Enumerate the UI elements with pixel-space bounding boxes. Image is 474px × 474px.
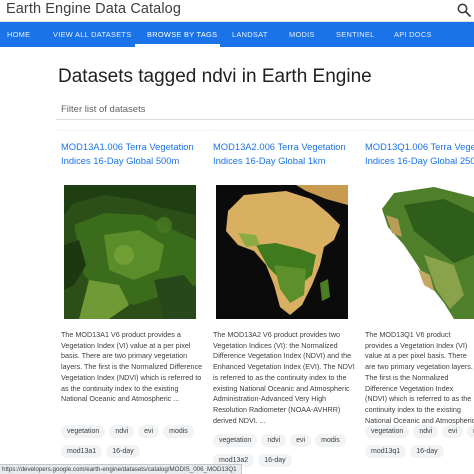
tag-chip[interactable]: vegetation xyxy=(365,425,410,438)
tag-row: vegetationndvievimodis xyxy=(61,425,198,438)
nav-bar: HOME VIEW ALL DATASETS BROWSE BY TAGS LA… xyxy=(0,22,474,47)
tab-view-all-datasets[interactable]: VIEW ALL DATASETS xyxy=(53,22,131,47)
dataset-description: The MOD13A1 V6 product provides a Vegeta… xyxy=(61,330,203,404)
tag-chip[interactable]: vegetation xyxy=(213,434,258,447)
tag-chip[interactable]: 16-day xyxy=(410,445,444,458)
tag-chip[interactable]: modis xyxy=(315,434,346,447)
dataset-title-link[interactable]: MOD13A1.006 Terra Vegetation Indices 16-… xyxy=(61,140,206,167)
dataset-title-link[interactable]: MOD13A2.006 Terra Vegetation Indices 16-… xyxy=(213,140,358,167)
tag-chip[interactable]: mod13q1 xyxy=(365,445,407,458)
dataset-thumbnail-south-america[interactable] xyxy=(364,185,474,319)
tag-chip[interactable]: 16-day xyxy=(106,445,140,458)
active-tab-indicator xyxy=(135,44,220,47)
tag-chip[interactable]: ndvi xyxy=(261,434,287,447)
tag-chip[interactable]: mod13a1 xyxy=(61,445,103,458)
tag-row: vegetationndvievimodis xyxy=(213,434,350,447)
dataset-card-mod13a2: MOD13A2.006 Terra Vegetation Indices 16-… xyxy=(210,130,360,474)
tag-chip[interactable]: ndvi xyxy=(413,425,439,438)
search-icon[interactable] xyxy=(456,2,472,18)
tag-chip[interactable]: evi xyxy=(290,434,312,447)
dataset-card-mod13q1: MOD13Q1.006 Terra Vegetation Indices 16-… xyxy=(362,130,474,474)
dataset-title-link[interactable]: MOD13Q1.006 Terra Vegetation Indices 16-… xyxy=(365,140,474,167)
page-title: Datasets tagged ndvi in Earth Engine xyxy=(58,66,372,87)
filter-datasets-input[interactable] xyxy=(56,99,474,120)
tag-chip[interactable]: evi xyxy=(442,425,464,438)
top-app-bar: Earth Engine Data Catalog xyxy=(0,0,474,22)
tab-home[interactable]: HOME xyxy=(7,22,30,47)
dataset-description: The MOD13Q1 V6 product provides a Vegeta… xyxy=(365,330,474,435)
tag-chip[interactable]: modis xyxy=(467,425,474,438)
tab-sentinel[interactable]: SENTINEL xyxy=(336,22,375,47)
status-bar-url: https://developers.google.com/earth-engi… xyxy=(0,464,242,474)
tag-chip[interactable]: vegetation xyxy=(61,425,106,438)
tag-chip[interactable]: 16-day xyxy=(258,454,292,467)
dataset-description: The MOD13A2 V6 product provides two Vege… xyxy=(213,330,355,425)
dataset-thumbnail-africa[interactable] xyxy=(216,185,348,319)
tag-row: vegetationndvievimodis xyxy=(365,425,474,438)
dataset-card-mod13a1: MOD13A1.006 Terra Vegetation Indices 16-… xyxy=(58,130,208,474)
tag-chip[interactable]: modis xyxy=(163,425,194,438)
tab-modis[interactable]: MODIS xyxy=(289,22,315,47)
tag-row: mod13q1 16-day xyxy=(365,445,448,458)
tag-chip[interactable]: evi xyxy=(138,425,160,438)
tag-chip[interactable]: ndvi xyxy=(109,425,135,438)
tag-row: mod13a1 16-day xyxy=(61,445,144,458)
dataset-thumbnail-south-america[interactable] xyxy=(64,185,196,319)
tab-api-docs[interactable]: API DOCS xyxy=(394,22,432,47)
tab-landsat[interactable]: LANDSAT xyxy=(232,22,268,47)
app-title[interactable]: Earth Engine Data Catalog xyxy=(6,1,181,17)
